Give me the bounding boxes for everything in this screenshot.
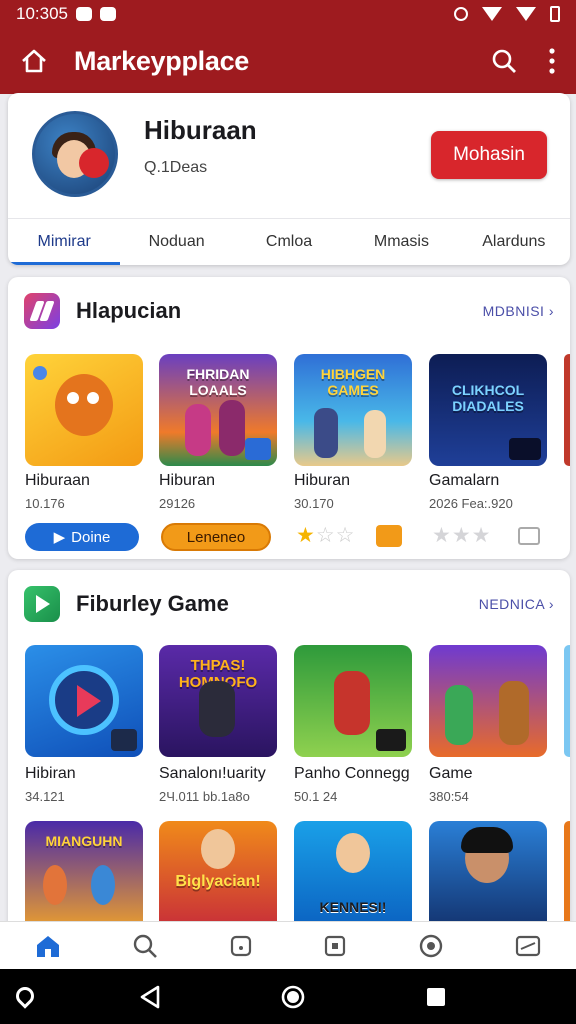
more-vert-icon[interactable] [548, 48, 556, 74]
section-hlapucian: Hlapucian MDBNISI › FHRIDAN LOAALS HIBHG… [8, 277, 570, 559]
home-icon[interactable] [35, 933, 61, 959]
search-icon[interactable] [490, 47, 518, 75]
item-name: Gamalarn [429, 472, 500, 489]
status-time: 10:305 [16, 4, 68, 23]
tab-cmloa[interactable]: Cmloa [233, 219, 345, 265]
see-more-link[interactable]: NEDNICA › [479, 596, 554, 612]
game-tile[interactable] [25, 354, 143, 466]
game-tile[interactable]: CLIKHCOL DIADALES [429, 354, 547, 466]
play-icon: ▶ [53, 529, 66, 546]
game-tile[interactable]: Biglyacian! [159, 821, 277, 933]
section-title: Hlapucian [76, 298, 182, 323]
action-button[interactable]: Leneneo [161, 523, 271, 551]
item-meta: 34.121 [25, 789, 65, 804]
game-tile[interactable]: HIBHGEN GAMES [294, 354, 412, 466]
box-icon[interactable] [323, 934, 347, 958]
notification-icon [76, 7, 92, 21]
message-icon[interactable] [518, 527, 540, 545]
tab-mmasis[interactable]: Mmasis [345, 219, 457, 265]
game-tile[interactable] [429, 821, 547, 933]
item-name: Hiburan [294, 472, 351, 489]
tablet-icon[interactable] [229, 934, 253, 958]
item-name: Hiburaan [25, 472, 90, 489]
item-meta: 50.1 24 [294, 789, 338, 804]
item-meta: 2026 Fea:.920 [429, 496, 513, 511]
tab-alarduns[interactable]: Alarduns [458, 219, 570, 265]
app-subtitle: Q.1Deas [144, 159, 208, 176]
back-icon[interactable] [139, 984, 161, 1010]
game-tile[interactable] [294, 645, 412, 757]
game-tile[interactable]: MIANGUHN [25, 821, 143, 933]
play-store-icon [24, 586, 60, 622]
rating-stars: ★☆☆ [296, 524, 356, 547]
alarm-icon [454, 7, 468, 21]
item-meta: 2Ч.011 bb.1a8o [159, 789, 250, 804]
game-tile[interactable] [429, 645, 547, 757]
play-button[interactable]: ▶ Doine [25, 523, 139, 551]
home-icon[interactable] [20, 47, 48, 75]
rating-stars: ★★★ [432, 524, 492, 547]
item-name: Hiburan [159, 472, 216, 489]
chat-icon[interactable] [376, 525, 402, 547]
chat-icon [100, 7, 116, 21]
home-circle-icon[interactable] [280, 984, 306, 1010]
item-name: Hibiran [25, 765, 76, 782]
section-fiburley-game: Fiburley Game NEDNICA › THPAS! HOMNOFO H… [8, 570, 570, 940]
install-button[interactable]: Mohasin [431, 131, 547, 179]
game-tile-partial[interactable] [564, 645, 570, 757]
section-title: Fiburley Game [76, 591, 229, 616]
section-app-icon [24, 293, 60, 329]
item-name: Sanalonı!uarity [159, 765, 266, 782]
tab-bar: Mimirar Noduan Cmloa Mmasis Alarduns [8, 218, 570, 265]
game-tile[interactable]: THPAS! HOMNOFO [159, 645, 277, 757]
system-nav-bar [0, 969, 576, 1024]
see-more-link[interactable]: MDBNISI › [483, 303, 554, 319]
game-tile[interactable]: KENNESI! [294, 821, 412, 933]
item-meta: 10.176 [25, 496, 65, 511]
wifi-icon [516, 7, 536, 21]
item-name: Panho Connegg [294, 765, 410, 782]
game-tile-partial[interactable] [564, 354, 570, 466]
battery-icon [550, 6, 560, 22]
item-meta: 380:54 [429, 789, 469, 804]
game-tile[interactable] [25, 645, 143, 757]
signal-icon [482, 7, 502, 21]
item-meta: 29126 [159, 496, 196, 511]
app-bar: Markeypplace [0, 28, 576, 94]
item-name: Game [429, 765, 473, 782]
app-icon [32, 111, 118, 197]
bottom-nav [0, 921, 576, 969]
app-header-card: Hiburaan Q.1Deas Mohasin Mimirar Noduan … [8, 93, 570, 265]
status-bar: 10:305 [0, 0, 576, 28]
app-name: Hiburaan [144, 115, 257, 145]
face-icon[interactable] [418, 933, 444, 959]
search-icon[interactable] [132, 933, 158, 959]
page-title: Markeypplace [74, 45, 249, 76]
recents-icon[interactable] [425, 984, 447, 1010]
wallet-icon[interactable] [515, 934, 541, 958]
game-tile[interactable]: FHRIDAN LOAALS [159, 354, 277, 466]
tab-mimirar[interactable]: Mimirar [8, 219, 121, 265]
tab-noduan[interactable]: Noduan [120, 219, 232, 265]
game-tile-partial[interactable] [564, 821, 570, 933]
item-meta: 30.170 [294, 496, 334, 511]
